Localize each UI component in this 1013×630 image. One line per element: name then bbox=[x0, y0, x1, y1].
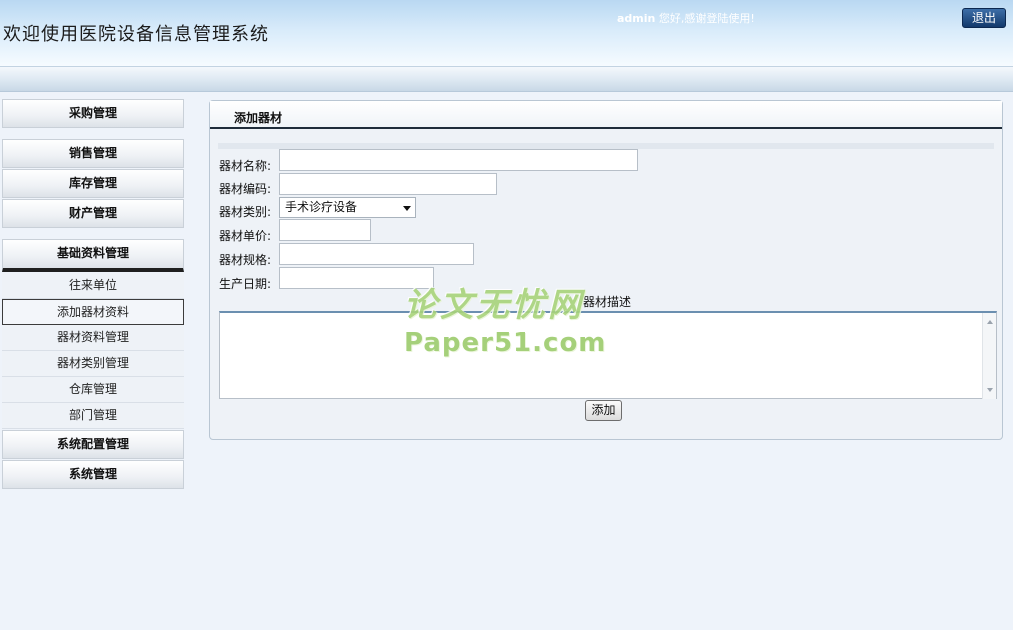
menu-inventory[interactable]: 库存管理 bbox=[2, 169, 184, 198]
menu-system[interactable]: 系统管理 bbox=[2, 460, 184, 489]
submenu-partners[interactable]: 往来单位 bbox=[2, 273, 184, 299]
panel-header: 添加器材 bbox=[210, 101, 1002, 129]
submenu-category-manage[interactable]: 器材类别管理 bbox=[2, 351, 184, 377]
date-label: 生产日期: bbox=[219, 277, 272, 291]
menu-assets[interactable]: 财产管理 bbox=[2, 199, 184, 228]
panel-title: 添加器材 bbox=[234, 111, 283, 125]
watermark: 论文无忧网 Paper51.com bbox=[404, 278, 606, 358]
watermark-en: Paper51.com bbox=[404, 328, 607, 358]
add-equipment-panel: 添加器材 器材名称: 器材编码: 器材类别: 手术诊疗设备 器材单价: 器材规格… bbox=[209, 100, 1003, 440]
equipment-name-input[interactable] bbox=[279, 149, 638, 171]
submenu-add-equipment[interactable]: 添加器材资料 bbox=[2, 299, 184, 325]
menu-basic-data[interactable]: 基础资料管理 bbox=[2, 239, 184, 272]
app-title: 欢迎使用医院设备信息管理系统 bbox=[3, 24, 269, 45]
category-selected-value: 手术诊疗设备 bbox=[285, 200, 358, 214]
chevron-down-icon bbox=[403, 206, 411, 211]
equipment-spec-input[interactable] bbox=[279, 243, 474, 265]
equipment-price-input[interactable] bbox=[279, 219, 371, 241]
name-label: 器材名称: bbox=[219, 159, 272, 173]
submenu-department[interactable]: 部门管理 bbox=[2, 403, 184, 429]
description-textarea[interactable] bbox=[219, 311, 997, 399]
add-button[interactable]: 添加 bbox=[585, 400, 622, 421]
spec-label: 器材规格: bbox=[219, 253, 272, 267]
app-header: 欢迎使用医院设备信息管理系统 admin 您好,感谢登陆使用! 退出 bbox=[0, 0, 1013, 66]
equipment-code-input[interactable] bbox=[279, 173, 497, 195]
header-subbar bbox=[0, 66, 1013, 92]
code-label: 器材编码: bbox=[219, 182, 272, 196]
scroll-down-icon[interactable] bbox=[987, 388, 993, 392]
menu-purchase[interactable]: 采购管理 bbox=[2, 99, 184, 128]
welcome-username: admin bbox=[617, 12, 656, 25]
menu-sales[interactable]: 销售管理 bbox=[2, 139, 184, 168]
logout-button[interactable]: 退出 bbox=[962, 8, 1006, 28]
menu-system-config[interactable]: 系统配置管理 bbox=[2, 430, 184, 459]
category-label: 器材类别: bbox=[219, 205, 272, 219]
welcome-message: admin 您好,感谢登陆使用! bbox=[617, 10, 755, 26]
price-label: 器材单价: bbox=[219, 229, 272, 243]
scroll-up-icon[interactable] bbox=[987, 320, 993, 324]
equipment-category-select[interactable]: 手术诊疗设备 bbox=[279, 197, 416, 218]
welcome-text: 您好,感谢登陆使用! bbox=[655, 12, 755, 25]
submenu-warehouse[interactable]: 仓库管理 bbox=[2, 377, 184, 403]
submenu-equipment-manage[interactable]: 器材资料管理 bbox=[2, 325, 184, 351]
description-scrollbar[interactable] bbox=[982, 313, 996, 399]
watermark-cn: 论文无忧网 bbox=[404, 285, 584, 324]
